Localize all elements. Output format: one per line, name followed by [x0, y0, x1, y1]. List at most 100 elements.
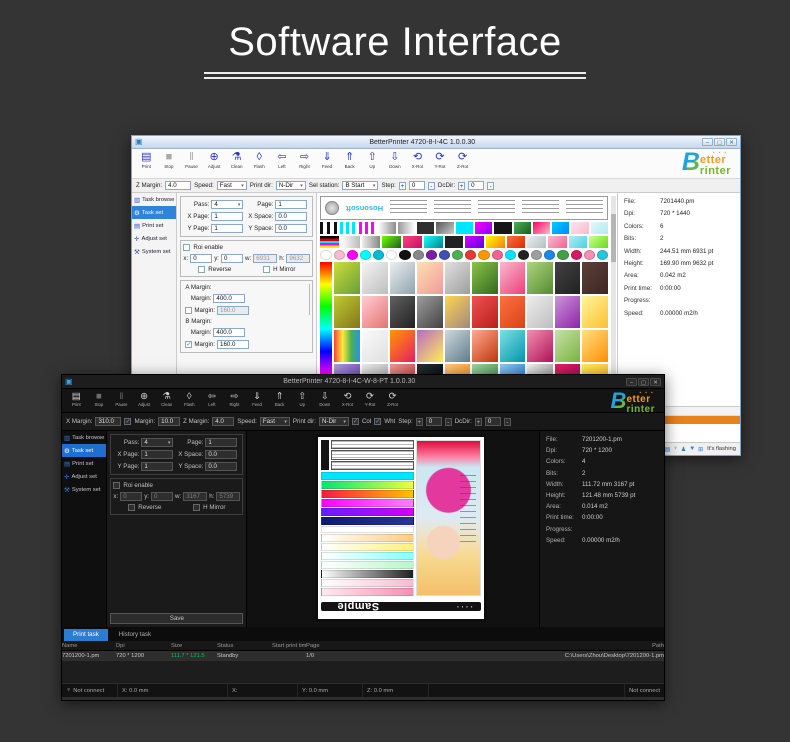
sidebar-item-task-set[interactable]: ⚙ Task set [62, 444, 106, 457]
sidebar-item-system-set[interactable]: ⚒ System set [62, 483, 106, 496]
down-button[interactable]: ⇩ Down [384, 151, 407, 169]
sidebar-item-task-browse[interactable]: ▥ Task browse [132, 193, 176, 206]
a-margin2-checkbox[interactable] [185, 307, 192, 314]
dcdir-plus-button[interactable]: + [458, 182, 465, 190]
y-space-input[interactable]: 0.0 [205, 462, 237, 471]
roi-x-input[interactable]: 0 [190, 254, 212, 263]
b-margin-input[interactable]: 400.0 [213, 328, 245, 337]
b-margin2-checkbox[interactable] [185, 341, 192, 348]
wht-checkbox[interactable] [374, 418, 381, 425]
sidebar-item-adjust-set[interactable]: ✛ Adjust set [62, 470, 106, 483]
z-margin-input[interactable]: 4.0 [212, 417, 234, 426]
sidebar-item-task-set[interactable]: ⚙ Task set [132, 206, 176, 219]
reverse-checkbox[interactable] [198, 266, 205, 273]
tab-history-task[interactable]: History task [110, 629, 160, 641]
right-button[interactable]: ⇨ Right [223, 391, 246, 407]
sidebar-item-print-set[interactable]: ▤ Print set [62, 457, 106, 470]
reverse-checkbox[interactable] [128, 504, 135, 511]
a-margin2-input[interactable]: 160.0 [217, 306, 249, 315]
maximize-button[interactable]: ▢ [638, 378, 649, 386]
pass-select[interactable]: 4▾ [141, 438, 173, 447]
y-rot-button[interactable]: ⟳ Y-Rot [429, 151, 452, 169]
b-margin2-input[interactable]: 160.0 [217, 340, 249, 349]
z-rot-button[interactable]: ⟳ Z-Rot [381, 391, 404, 407]
dcdir-minus-button[interactable]: - [504, 418, 511, 426]
y-page-input[interactable]: 1 [211, 224, 243, 233]
adjust-button[interactable]: ⊕ Adjust [133, 391, 156, 407]
tab-print-task[interactable]: Print task [64, 629, 108, 641]
x-page-input[interactable]: 1 [141, 450, 173, 459]
step-plus-button[interactable]: + [416, 418, 423, 426]
print-button[interactable]: ▤ Print [65, 391, 88, 407]
sidebar-item-system-set[interactable]: ⚒ System set [132, 245, 176, 258]
print-dir-select[interactable]: N-Dir▾ [276, 181, 306, 190]
maximize-button[interactable]: ▢ [714, 138, 725, 146]
h-mirror-checkbox[interactable] [263, 266, 270, 273]
speed-select[interactable]: Fast▾ [260, 417, 290, 426]
sidebar-item-print-set[interactable]: ▤ Print set [132, 219, 176, 232]
dcdir-minus-button[interactable]: - [487, 182, 494, 190]
y-space-input[interactable]: 0.0 [275, 224, 307, 233]
speed-select[interactable]: Fast▾ [217, 181, 247, 190]
roi-enable-checkbox[interactable] [183, 244, 190, 251]
right-button[interactable]: ⇨ Right [293, 151, 316, 169]
close-button[interactable]: ✕ [650, 378, 661, 386]
sidebar-item-task-browse[interactable]: ▥ Task browse [62, 431, 106, 444]
y-page-input[interactable]: 1 [141, 462, 173, 471]
back-button[interactable]: ⇑ Back [268, 391, 291, 407]
table-row[interactable]: 7201200-1.pm720 * 1200111.7 * 121.5Stand… [62, 651, 664, 661]
z-margin-input[interactable]: 4.0 [165, 181, 191, 190]
feed-button[interactable]: ⇓ Feed [246, 391, 269, 407]
stop-button[interactable]: ■ Stop [88, 391, 111, 407]
clean-button[interactable]: ⚗ Clean [225, 151, 248, 169]
roi-y-input[interactable]: 0 [221, 254, 243, 263]
up-button[interactable]: ⇧ Up [291, 391, 314, 407]
step-minus-button[interactable]: - [445, 418, 452, 426]
roi-enable-checkbox[interactable] [113, 482, 120, 489]
roi-w-input[interactable]: 6931 [253, 254, 277, 263]
left-button[interactable]: ⇦ Left [271, 151, 294, 169]
back-button[interactable]: ⇑ Back [338, 151, 361, 169]
clean-button[interactable]: ⚗ Clean [155, 391, 178, 407]
step-input[interactable]: 0 [426, 417, 442, 426]
print-dir-select[interactable]: N-Dir▾ [319, 417, 349, 426]
print-button[interactable]: ▤ Print [135, 151, 158, 169]
x-space-input[interactable]: 0.0 [205, 450, 237, 459]
a-margin-input[interactable]: 400.0 [213, 294, 245, 303]
flash-button[interactable]: ◊ Flash [248, 151, 271, 169]
step-input[interactable]: 0 [409, 181, 425, 190]
x-margin-input[interactable]: 310.0 [95, 417, 121, 426]
left-button[interactable]: ⇦ Left [201, 391, 224, 407]
pause-button[interactable]: ‖ Pause [180, 151, 203, 169]
x-space-input[interactable]: 0.0 [275, 212, 307, 221]
save-button[interactable]: Save [110, 613, 243, 624]
sel-station-select[interactable]: B Start▾ [342, 181, 378, 190]
z-rot-button[interactable]: ⟳ Z-Rot [451, 151, 474, 169]
roi-x-input[interactable]: 0 [120, 492, 142, 501]
dcdir-input[interactable]: 0 [485, 417, 501, 426]
stop-button[interactable]: ■ Stop [158, 151, 181, 169]
y-rot-button[interactable]: ⟳ Y-Rot [359, 391, 382, 407]
flash-button[interactable]: ◊ Flash [178, 391, 201, 407]
step-plus-button[interactable]: + [399, 182, 406, 190]
minimize-button[interactable]: – [702, 138, 713, 146]
roi-w-input[interactable]: 3167 [183, 492, 207, 501]
minimize-button[interactable]: – [626, 378, 637, 386]
h-mirror-checkbox[interactable] [193, 504, 200, 511]
dcdir-plus-button[interactable]: + [475, 418, 482, 426]
x-rot-button[interactable]: ⟲ X-Rot [336, 391, 359, 407]
roi-h-input[interactable]: 9632 [286, 254, 310, 263]
page-input[interactable]: 1 [205, 438, 237, 447]
dcdir-input[interactable]: 0 [468, 181, 484, 190]
margin-checkbox[interactable] [124, 418, 131, 425]
x-page-input[interactable]: 1 [211, 212, 243, 221]
sidebar-item-adjust-set[interactable]: ✛ Adjust set [132, 232, 176, 245]
feed-button[interactable]: ⇓ Feed [316, 151, 339, 169]
step-minus-button[interactable]: - [428, 182, 435, 190]
adjust-button[interactable]: ⊕ Adjust [203, 151, 226, 169]
up-button[interactable]: ⇧ Up [361, 151, 384, 169]
col-checkbox[interactable] [352, 418, 359, 425]
scrollbar-thumb[interactable] [611, 214, 616, 262]
margin-input[interactable]: 10.0 [158, 417, 180, 426]
roi-y-input[interactable]: 0 [151, 492, 173, 501]
